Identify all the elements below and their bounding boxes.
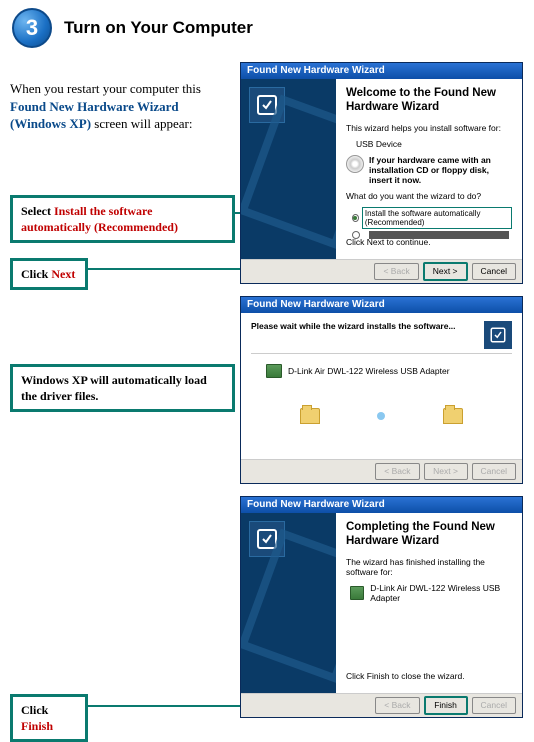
wizard-titlebar: Found New Hardware Wizard xyxy=(241,297,522,313)
back-button: < Back xyxy=(375,463,419,480)
step-header: 3 Turn on Your Computer xyxy=(0,0,534,66)
wizard-titlebar: Found New Hardware Wizard xyxy=(241,497,522,513)
hardware-icon xyxy=(484,321,512,349)
intro-line1: When you restart your computer this xyxy=(10,81,201,96)
wizard-note: Click Next to continue. xyxy=(346,237,431,247)
wizard-p1: The wizard has finished installing the s… xyxy=(346,557,512,577)
callout-red-text: Finish xyxy=(21,719,53,733)
cd-icon xyxy=(346,155,364,173)
next-button[interactable]: Next > xyxy=(423,262,468,281)
wizard-titlebar: Found New Hardware Wizard xyxy=(241,63,522,79)
callout-prefix: Select xyxy=(21,204,54,218)
wizard-device: USB Device xyxy=(356,139,512,149)
wizard-footer: < Back Finish Cancel xyxy=(241,693,522,717)
device-name: D-Link Air DWL-122 Wireless USB Adapter xyxy=(288,366,450,376)
back-button: < Back xyxy=(375,697,419,714)
wizard-p1: This wizard helps you install software f… xyxy=(346,123,512,133)
wizard-content: Welcome to the Found New Hardware Wizard… xyxy=(336,79,522,259)
cd-hint-text: If your hardware came with an installati… xyxy=(369,155,512,185)
wizard-dialog-installing: Found New Hardware Wizard Please wait wh… xyxy=(240,296,523,484)
step-title: Turn on Your Computer xyxy=(64,18,253,38)
callout-prefix: Click xyxy=(21,267,51,281)
folder-icon xyxy=(300,408,320,424)
wizard-footer: < Back Next > Cancel xyxy=(241,459,522,483)
device-name: D-Link Air DWL-122 Wireless USB Adapter xyxy=(370,583,512,603)
copy-dot-icon xyxy=(377,412,385,420)
hardware-icon xyxy=(249,521,285,557)
hardware-icon xyxy=(249,87,285,123)
wizard-sidebar xyxy=(241,513,336,693)
device-row: D-Link Air DWL-122 Wireless USB Adapter xyxy=(266,364,512,378)
folder-icon xyxy=(443,408,463,424)
next-button: Next > xyxy=(424,463,468,480)
wizard-question: What do you want the wizard to do? xyxy=(346,191,512,201)
callout-select-option: Select Install the software automaticall… xyxy=(10,195,235,243)
callout-red-text: Next xyxy=(51,267,75,281)
device-icon xyxy=(266,364,282,378)
radio-label: Install the software automatically (Reco… xyxy=(362,207,512,229)
wizard-dialog-welcome: Found New Hardware Wizard Welcome to the… xyxy=(240,62,523,284)
wizard-content: Please wait while the wizard installs th… xyxy=(241,313,522,459)
copy-animation xyxy=(251,408,512,424)
callout-loading: Windows XP will automatically load the d… xyxy=(10,364,235,412)
finish-button[interactable]: Finish xyxy=(424,696,468,715)
cancel-button: Cancel xyxy=(472,697,516,714)
wizard-content: Completing the Found New Hardware Wizard… xyxy=(336,513,522,693)
cancel-button: Cancel xyxy=(472,463,516,480)
radio-option-auto[interactable]: Install the software automatically (Reco… xyxy=(352,207,512,229)
callout-click-finish: Click Finish xyxy=(10,694,88,742)
wizard-footer: < Back Next > Cancel xyxy=(241,259,522,283)
device-icon xyxy=(350,586,364,600)
wizard-sidebar xyxy=(241,79,336,259)
wizard-subhead-text: Please wait while the wizard installs th… xyxy=(251,321,456,331)
wizard-heading: Welcome to the Found New Hardware Wizard xyxy=(346,87,512,115)
device-row: D-Link Air DWL-122 Wireless USB Adapter xyxy=(350,583,512,603)
wizard-subhead: Please wait while the wizard installs th… xyxy=(251,321,512,354)
intro-text: When you restart your computer this Foun… xyxy=(0,80,210,133)
back-button: < Back xyxy=(374,263,418,280)
step-number-badge: 3 xyxy=(12,8,52,48)
intro-line2: screen will appear: xyxy=(91,116,192,131)
wizard-dialog-complete: Found New Hardware Wizard Completing the… xyxy=(240,496,523,718)
wizard-note: Click Finish to close the wizard. xyxy=(346,671,465,681)
cd-hint-row: If your hardware came with an installati… xyxy=(346,155,512,185)
radio-dot-icon xyxy=(352,214,359,222)
callout-prefix: Click xyxy=(21,703,48,717)
callout-click-next: Click Next xyxy=(10,258,88,290)
callout-text: Windows XP will automatically load the d… xyxy=(21,373,207,403)
cancel-button[interactable]: Cancel xyxy=(472,263,516,280)
wizard-heading: Completing the Found New Hardware Wizard xyxy=(346,521,512,549)
